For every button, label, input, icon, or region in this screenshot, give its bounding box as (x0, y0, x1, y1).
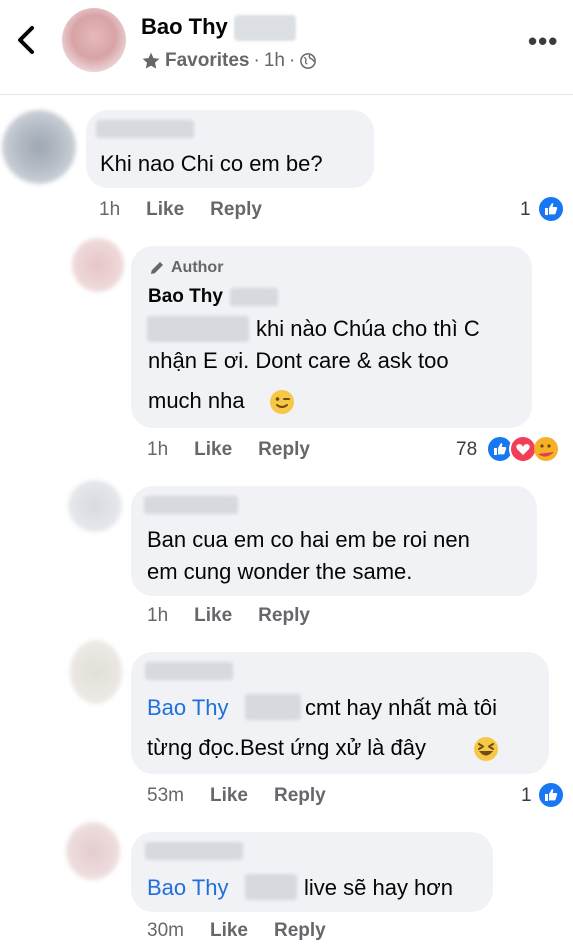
comment-text-line-2: từng đọc.Best ứng xử là đây (147, 735, 426, 760)
comment-text-line-2: em cung wonder the same. (147, 559, 413, 584)
comment-actions: 1h Like Reply (99, 199, 262, 221)
comment-text: live sẽ hay hơn (304, 875, 453, 900)
comment-time: 1h (147, 605, 169, 626)
page-title[interactable]: Bao Thy (141, 14, 228, 40)
author-avatar[interactable] (72, 238, 124, 292)
mention-link[interactable]: Bao Thy (147, 872, 229, 904)
like-button[interactable]: Like (210, 920, 248, 942)
redacted-commenter-name[interactable] (145, 662, 233, 680)
back-button[interactable] (12, 20, 42, 60)
like-reaction-icon (537, 195, 565, 228)
reply-actions: 1h Like Reply (147, 439, 310, 461)
redacted-commenter-name[interactable] (96, 120, 194, 138)
star-icon (142, 52, 160, 69)
like-button[interactable]: Like (210, 785, 248, 807)
pencil-icon (151, 262, 163, 274)
comment-actions: 30m Like Reply (147, 920, 326, 942)
chevron-left-icon (18, 26, 34, 54)
reaction-icons[interactable] (486, 434, 568, 469)
redacted-mention[interactable] (245, 694, 301, 720)
reply-button[interactable]: Reply (210, 199, 262, 221)
comment-text-line-1: cmt hay nhất mà tôi (305, 695, 497, 720)
reply-button[interactable]: Reply (274, 920, 326, 942)
redacted-mention[interactable] (245, 874, 297, 900)
like-button[interactable]: Like (194, 605, 232, 627)
mention-link[interactable]: Bao Thy (147, 692, 229, 724)
reaction-count[interactable]: 78 (456, 439, 477, 461)
comment-time: 53m (147, 785, 184, 806)
globe-icon (300, 53, 317, 69)
commenter-avatar[interactable] (66, 822, 120, 880)
redacted-name (234, 15, 296, 41)
post-meta: Favorites · 1h · (141, 50, 317, 72)
page-avatar[interactable] (62, 8, 126, 72)
comment-time: 1h (147, 439, 169, 460)
reply-text-line-3: much nha (148, 388, 245, 413)
commenter-avatar[interactable] (70, 640, 122, 704)
redacted-mention[interactable] (147, 316, 249, 342)
like-button[interactable]: Like (194, 439, 232, 461)
grinning-squinting-emoji (472, 735, 500, 768)
comment-time: 30m (147, 920, 184, 941)
reply-button[interactable]: Reply (258, 439, 310, 461)
redacted-commenter-name[interactable] (145, 842, 243, 860)
reply-author-name[interactable]: Bao Thy (148, 286, 223, 308)
commenter-avatar[interactable] (68, 480, 122, 532)
comment-text-line-1: Ban cua em co hai em be roi nen (147, 527, 470, 552)
redacted-commenter-name[interactable] (144, 496, 238, 514)
like-button[interactable]: Like (146, 199, 184, 221)
author-badge: Author (148, 259, 223, 277)
winking-face-emoji (268, 388, 296, 421)
reply-button[interactable]: Reply (274, 785, 326, 807)
reply-button[interactable]: Reply (258, 605, 310, 627)
comment-actions: 53m Like Reply (147, 785, 326, 807)
comment-time: 1h (99, 199, 121, 220)
like-reaction-icon (537, 781, 565, 814)
reaction-count[interactable]: 1 (521, 785, 532, 807)
reply-text-line-1: khi nào Chúa cho thì C (256, 316, 480, 341)
reaction-count[interactable]: 1 (520, 199, 531, 221)
comment-text: Khi nao Chi co em be? (100, 151, 323, 176)
more-options-button[interactable]: ••• (528, 26, 558, 57)
reply-text-line-2: nhận E ơi. Dont care & ask too (148, 348, 449, 373)
redacted-name (230, 288, 278, 306)
commenter-avatar[interactable] (2, 110, 76, 184)
comment-actions: 1h Like Reply (147, 605, 310, 627)
